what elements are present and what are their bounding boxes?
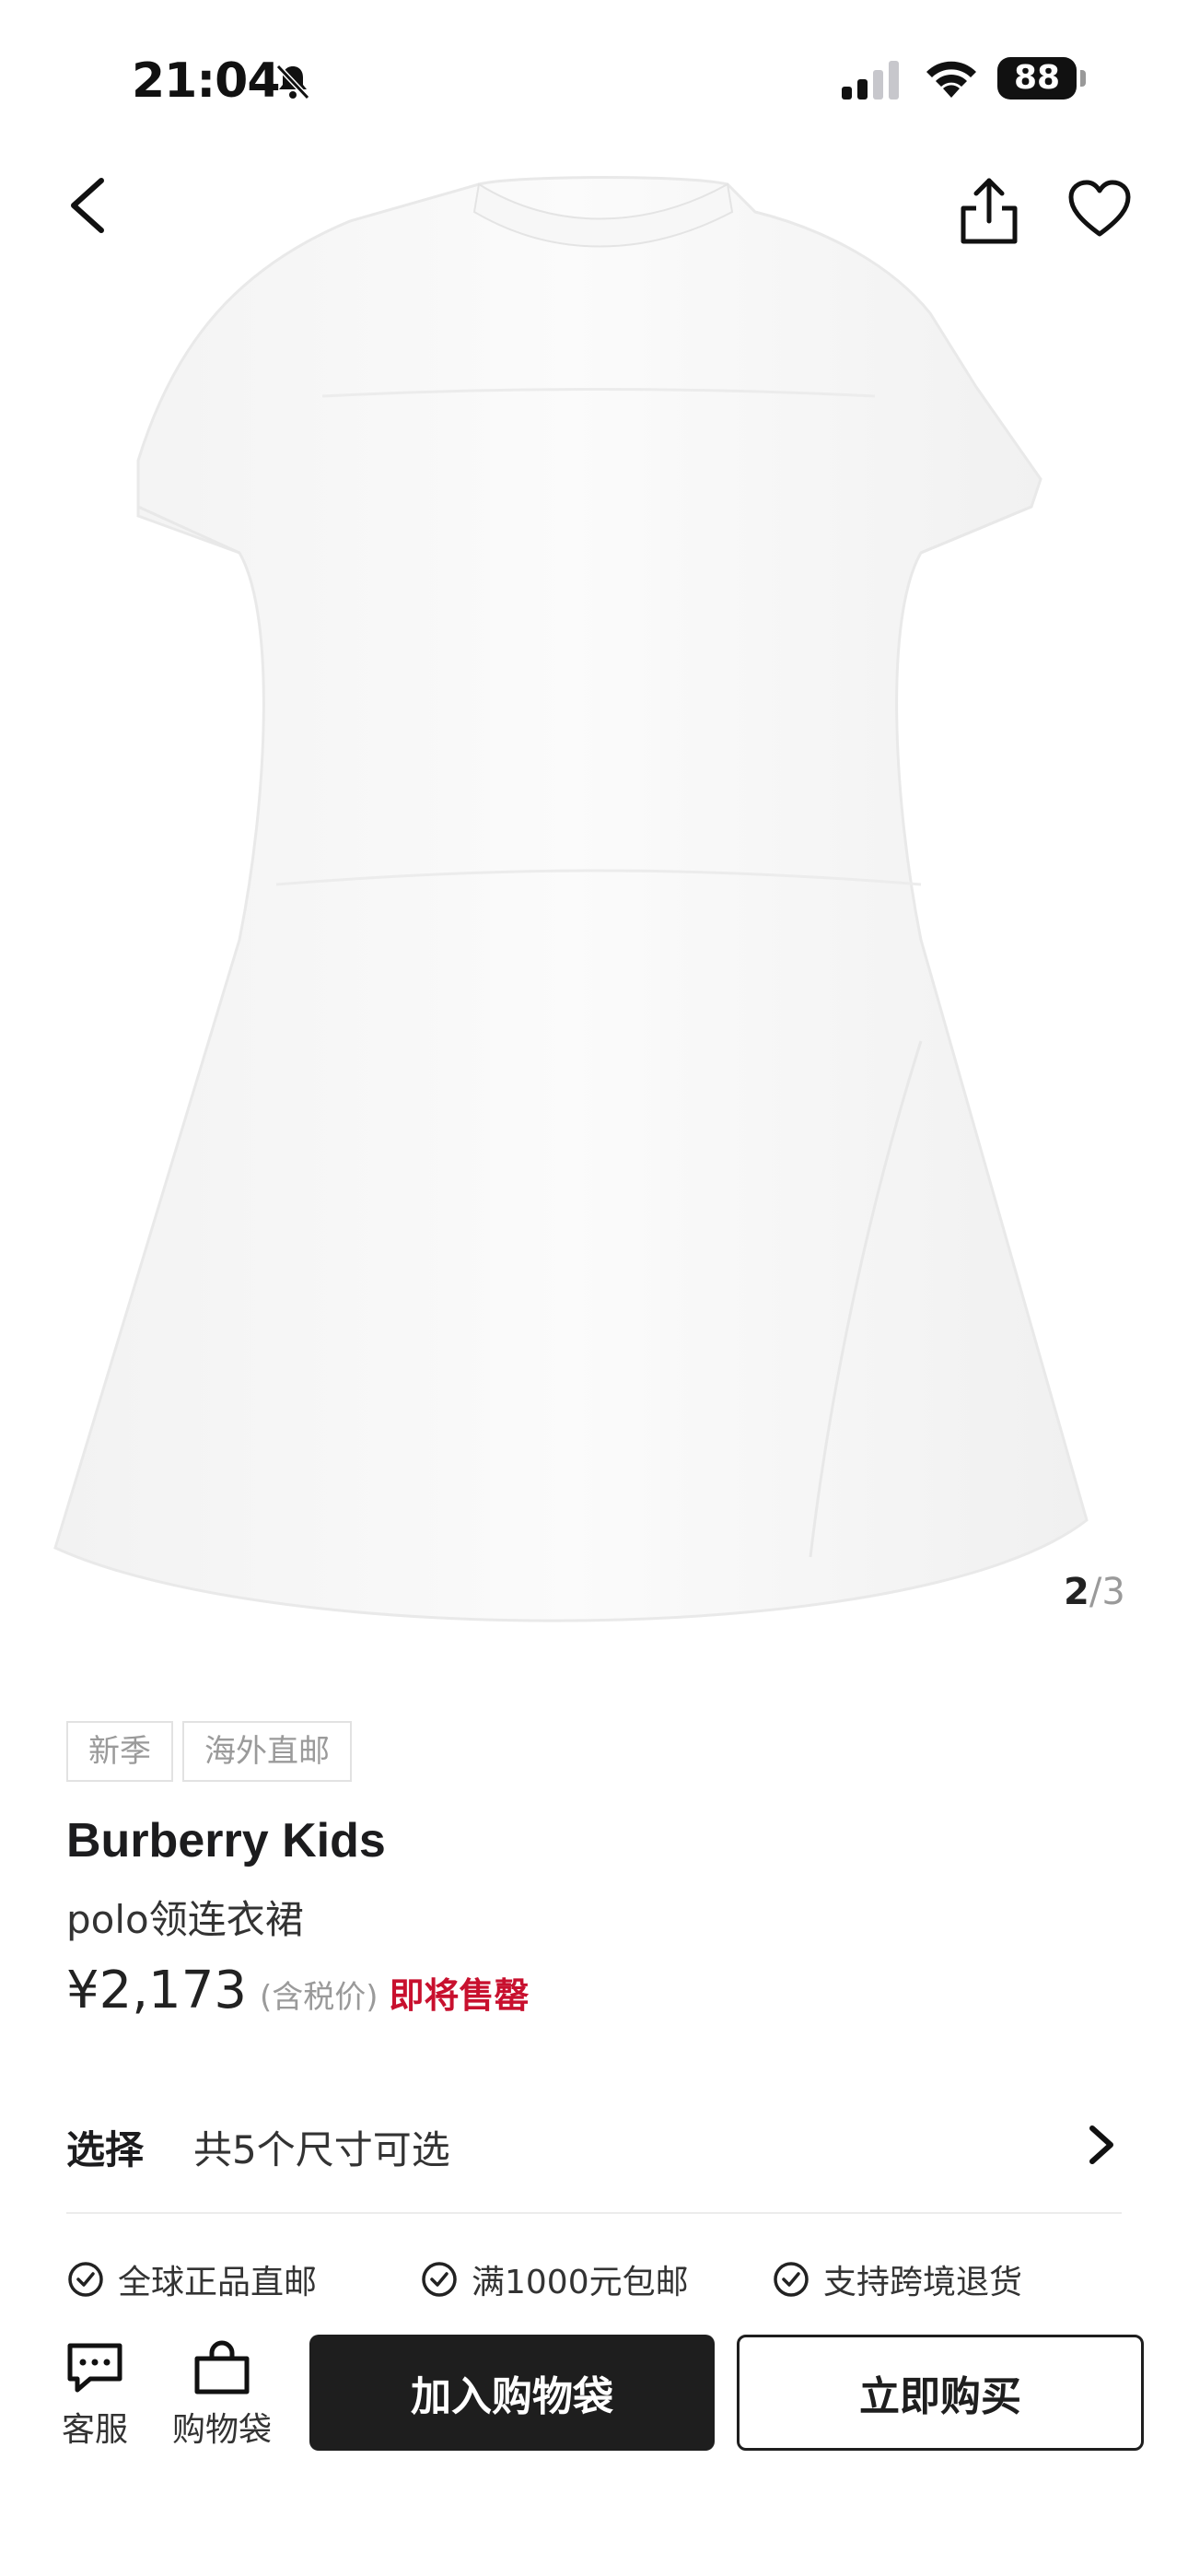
tax-note: (含税价) [259,1979,379,2016]
chat-bubble-icon [67,2343,122,2393]
status-bar: 21:04 88 [0,0,1188,157]
cellular-signal-icon [842,61,899,100]
battery-indicator: 88 [997,57,1086,100]
product-image[interactable] [0,157,1188,1668]
check-circle-icon [422,2262,457,2297]
customer-service-label: 客服 [61,2411,128,2449]
chevron-right-icon [1089,2125,1113,2164]
image-total: 3 [1101,1571,1125,1613]
guarantee-free-shipping: 满1000元包邮 [420,2255,689,2303]
back-icon[interactable] [57,173,122,238]
image-index: 2 [1064,1571,1089,1613]
product-price: ¥2,173 [66,1961,247,2020]
shopping-bag-button[interactable]: 购物袋 [171,2340,273,2451]
guarantee-label: 全球正品直邮 [118,2264,318,2301]
image-separator: / [1089,1571,1102,1613]
tag-new-season: 新季 [66,1721,173,1782]
product-brand[interactable]: Burberry Kids [66,1813,386,1868]
product-name: polo领连衣裙 [66,1897,304,1942]
size-selector-value: 共5个尺寸可选 [193,2127,450,2172]
product-detail-page: 21:04 88 2/3 新季 海外直邮 Burberry Kids polo领… [0,0,1188,2576]
battery-level: 88 [997,57,1077,100]
customer-service-button[interactable]: 客服 [44,2340,146,2451]
guarantee-label: 满1000元包邮 [472,2264,689,2301]
service-guarantees: 全球正品直邮 满1000元包邮 支持跨境退货 [66,2255,1153,2311]
buy-now-button[interactable]: 立即购买 [737,2335,1144,2451]
check-circle-icon [68,2262,103,2297]
tag-overseas-shipping: 海外直邮 [182,1721,352,1782]
guarantee-returns: 支持跨境退货 [772,2255,1022,2303]
price-row: ¥2,173 (含税价) 即将售罄 [66,1961,530,2020]
image-counter: 2/3 [1064,1571,1125,1613]
guarantee-authentic: 全球正品直邮 [66,2255,317,2303]
bell-muted-icon [275,64,310,100]
shopping-bag-label: 购物袋 [171,2411,272,2449]
size-selector-row[interactable]: 选择 共5个尺寸可选 [66,2108,1122,2182]
size-selector-label: 选择 [66,2127,145,2172]
battery-cap [1080,70,1086,87]
product-tags: 新季 海外直邮 [66,1721,352,1782]
guarantee-label: 支持跨境退货 [823,2264,1023,2301]
check-circle-icon [774,2262,809,2297]
status-time: 21:04 [132,53,281,109]
stock-status-badge: 即将售罄 [389,1975,530,2016]
shopping-bag-icon [194,2340,250,2395]
share-icon[interactable] [956,175,1022,245]
heart-icon[interactable] [1066,179,1133,240]
divider [66,2212,1122,2214]
add-to-bag-button[interactable]: 加入购物袋 [309,2335,715,2451]
wifi-icon [926,61,976,98]
